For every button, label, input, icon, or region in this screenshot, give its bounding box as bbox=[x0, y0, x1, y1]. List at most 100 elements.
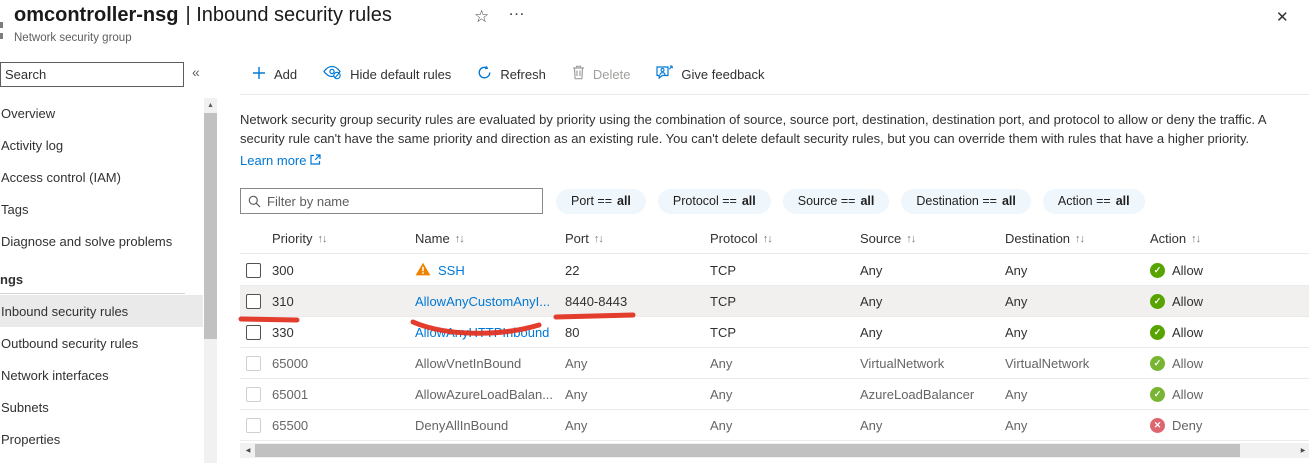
learn-more-link[interactable]: Learn more bbox=[240, 151, 321, 170]
cell-destination: Any bbox=[1005, 263, 1150, 278]
refresh-icon bbox=[477, 65, 492, 83]
sidebar-item-properties[interactable]: Properties bbox=[0, 423, 203, 455]
column-header-name[interactable]: Name↑↓ bbox=[415, 231, 565, 246]
rule-name-text: AllowAzureLoadBalan... bbox=[415, 387, 553, 402]
column-header-port[interactable]: Port↑↓ bbox=[565, 231, 710, 246]
toolbar: Add Hide default rules Refresh Delete Gi… bbox=[240, 60, 765, 88]
sidebar-item-inbound-security-rules[interactable]: Inbound security rules bbox=[0, 295, 203, 327]
add-button-label: Add bbox=[274, 67, 297, 82]
sidebar-search-input[interactable] bbox=[0, 62, 184, 87]
row-checkbox[interactable] bbox=[246, 418, 261, 433]
column-header-protocol[interactable]: Protocol↑↓ bbox=[710, 231, 860, 246]
cell-name: AllowAnyHTTPInbound bbox=[415, 325, 565, 340]
pill-value: all bbox=[617, 194, 631, 208]
pill-label: Source == bbox=[798, 194, 856, 208]
column-label: Action bbox=[1150, 231, 1186, 246]
rule-name-text: AllowVnetInBound bbox=[415, 356, 521, 371]
filter-pill-action[interactable]: Action ==all bbox=[1043, 189, 1145, 214]
sidebar-item-diagnose[interactable]: Diagnose and solve problems bbox=[0, 225, 203, 257]
sidebar-item-outbound-security-rules[interactable]: Outbound security rules bbox=[0, 327, 203, 359]
sidebar-scrollbar-thumb[interactable] bbox=[204, 113, 217, 339]
column-label: Name bbox=[415, 231, 450, 246]
table-row-allowazurelb[interactable]: 65001 AllowAzureLoadBalan... Any Any Azu… bbox=[240, 379, 1309, 410]
table-row-denyall[interactable]: 65500 DenyAllInBound Any Any Any Any ✕ D… bbox=[240, 410, 1309, 441]
action-label: Allow bbox=[1172, 294, 1203, 309]
sidebar-item-label: Activity log bbox=[1, 138, 63, 153]
row-checkbox[interactable] bbox=[246, 263, 261, 278]
cell-destination: Any bbox=[1005, 325, 1150, 340]
column-label: Protocol bbox=[710, 231, 758, 246]
collapse-sidebar-icon[interactable]: « bbox=[192, 64, 200, 80]
filter-pill-source[interactable]: Source ==all bbox=[783, 189, 890, 214]
cell-protocol: Any bbox=[710, 387, 860, 402]
sidebar-item-access-control[interactable]: Access control (IAM) bbox=[0, 161, 203, 193]
table-row-allowanycustom[interactable]: 310 AllowAnyCustomAnyI... 8440-8443 TCP … bbox=[240, 286, 1309, 317]
cell-priority: 300 bbox=[272, 263, 415, 278]
filter-row: Port ==all Protocol ==all Source ==all D… bbox=[240, 188, 1145, 214]
eye-slash-icon bbox=[323, 65, 342, 83]
horizontal-scrollbar-thumb[interactable] bbox=[255, 444, 1240, 457]
column-header-destination[interactable]: Destination↑↓ bbox=[1005, 231, 1150, 246]
description-text: Network security group security rules ar… bbox=[240, 112, 1266, 146]
more-options-icon[interactable]: … bbox=[508, 0, 526, 20]
scroll-left-icon[interactable]: ◀ bbox=[242, 443, 254, 458]
allow-icon: ✓ bbox=[1150, 325, 1165, 340]
refresh-button[interactable]: Refresh bbox=[477, 65, 546, 83]
learn-more-label: Learn more bbox=[240, 151, 306, 170]
favorite-star-icon[interactable]: ☆ bbox=[474, 7, 489, 27]
add-button[interactable]: Add bbox=[252, 66, 297, 83]
cell-priority: 330 bbox=[272, 325, 415, 340]
plus-icon bbox=[252, 66, 266, 83]
rule-name-link[interactable]: AllowAnyHTTPInbound bbox=[415, 325, 549, 340]
table-row-allowanyhttp[interactable]: 330 AllowAnyHTTPInbound 80 TCP Any Any ✓… bbox=[240, 317, 1309, 348]
sidebar-item-label: Outbound security rules bbox=[1, 336, 138, 351]
sidebar-scrollbar[interactable]: ▲ bbox=[204, 98, 217, 463]
row-checkbox[interactable] bbox=[246, 387, 261, 402]
column-label: Priority bbox=[272, 231, 312, 246]
cell-protocol: TCP bbox=[710, 294, 860, 309]
cell-source: Any bbox=[860, 418, 1005, 433]
column-header-priority[interactable]: Priority↑↓ bbox=[272, 231, 415, 246]
sidebar-item-tags[interactable]: Tags bbox=[0, 193, 203, 225]
sidebar-item-network-interfaces[interactable]: Network interfaces bbox=[0, 359, 203, 391]
scroll-up-icon[interactable]: ▲ bbox=[204, 98, 217, 112]
trash-icon bbox=[572, 65, 585, 83]
hide-default-rules-button[interactable]: Hide default rules bbox=[323, 65, 451, 83]
rule-name-link[interactable]: AllowAnyCustomAnyI... bbox=[415, 294, 550, 309]
sidebar-item-overview[interactable]: Overview bbox=[0, 97, 203, 129]
sidebar-item-activity-log[interactable]: Activity log bbox=[0, 129, 203, 161]
table-row-ssh[interactable]: 300 SSH 22 TCP Any Any ✓ Allow bbox=[240, 255, 1309, 286]
horizontal-scrollbar[interactable]: ◀ ▶ bbox=[240, 443, 1309, 458]
filter-pill-port[interactable]: Port ==all bbox=[556, 189, 646, 214]
sidebar-item-subnets[interactable]: Subnets bbox=[0, 391, 203, 423]
close-icon[interactable]: ✕ bbox=[1276, 8, 1289, 26]
row-checkbox[interactable] bbox=[246, 325, 261, 340]
give-feedback-button[interactable]: Give feedback bbox=[656, 65, 764, 83]
rule-name-link[interactable]: SSH bbox=[438, 263, 465, 278]
page-subtitle: Network security group bbox=[14, 32, 132, 44]
sidebar-item-label: Subnets bbox=[1, 400, 49, 415]
action-label: Allow bbox=[1172, 356, 1203, 371]
cell-destination: Any bbox=[1005, 418, 1150, 433]
column-label: Port bbox=[565, 231, 589, 246]
cell-source: Any bbox=[860, 294, 1005, 309]
table-row-allowvnet[interactable]: 65000 AllowVnetInBound Any Any VirtualNe… bbox=[240, 348, 1309, 379]
filter-pill-destination[interactable]: Destination ==all bbox=[901, 189, 1031, 214]
sidebar-item-label: Properties bbox=[1, 432, 60, 447]
column-header-source[interactable]: Source↑↓ bbox=[860, 231, 1005, 246]
column-header-action[interactable]: Action↑↓ bbox=[1150, 231, 1309, 246]
scroll-right-icon[interactable]: ▶ bbox=[1297, 443, 1309, 458]
pill-label: Destination == bbox=[916, 194, 997, 208]
cell-name: SSH bbox=[415, 262, 565, 279]
cell-source: AzureLoadBalancer bbox=[860, 387, 1005, 402]
delete-button[interactable]: Delete bbox=[572, 65, 631, 83]
filter-by-name-input[interactable] bbox=[240, 188, 543, 214]
filter-pill-protocol[interactable]: Protocol ==all bbox=[658, 189, 771, 214]
row-checkbox[interactable] bbox=[246, 294, 261, 309]
action-label: Allow bbox=[1172, 263, 1203, 278]
action-label: Deny bbox=[1172, 418, 1202, 433]
row-checkbox[interactable] bbox=[246, 356, 261, 371]
cell-priority: 65001 bbox=[272, 387, 415, 402]
cell-action: ✓ Allow bbox=[1150, 325, 1309, 340]
cell-port: Any bbox=[565, 387, 710, 402]
